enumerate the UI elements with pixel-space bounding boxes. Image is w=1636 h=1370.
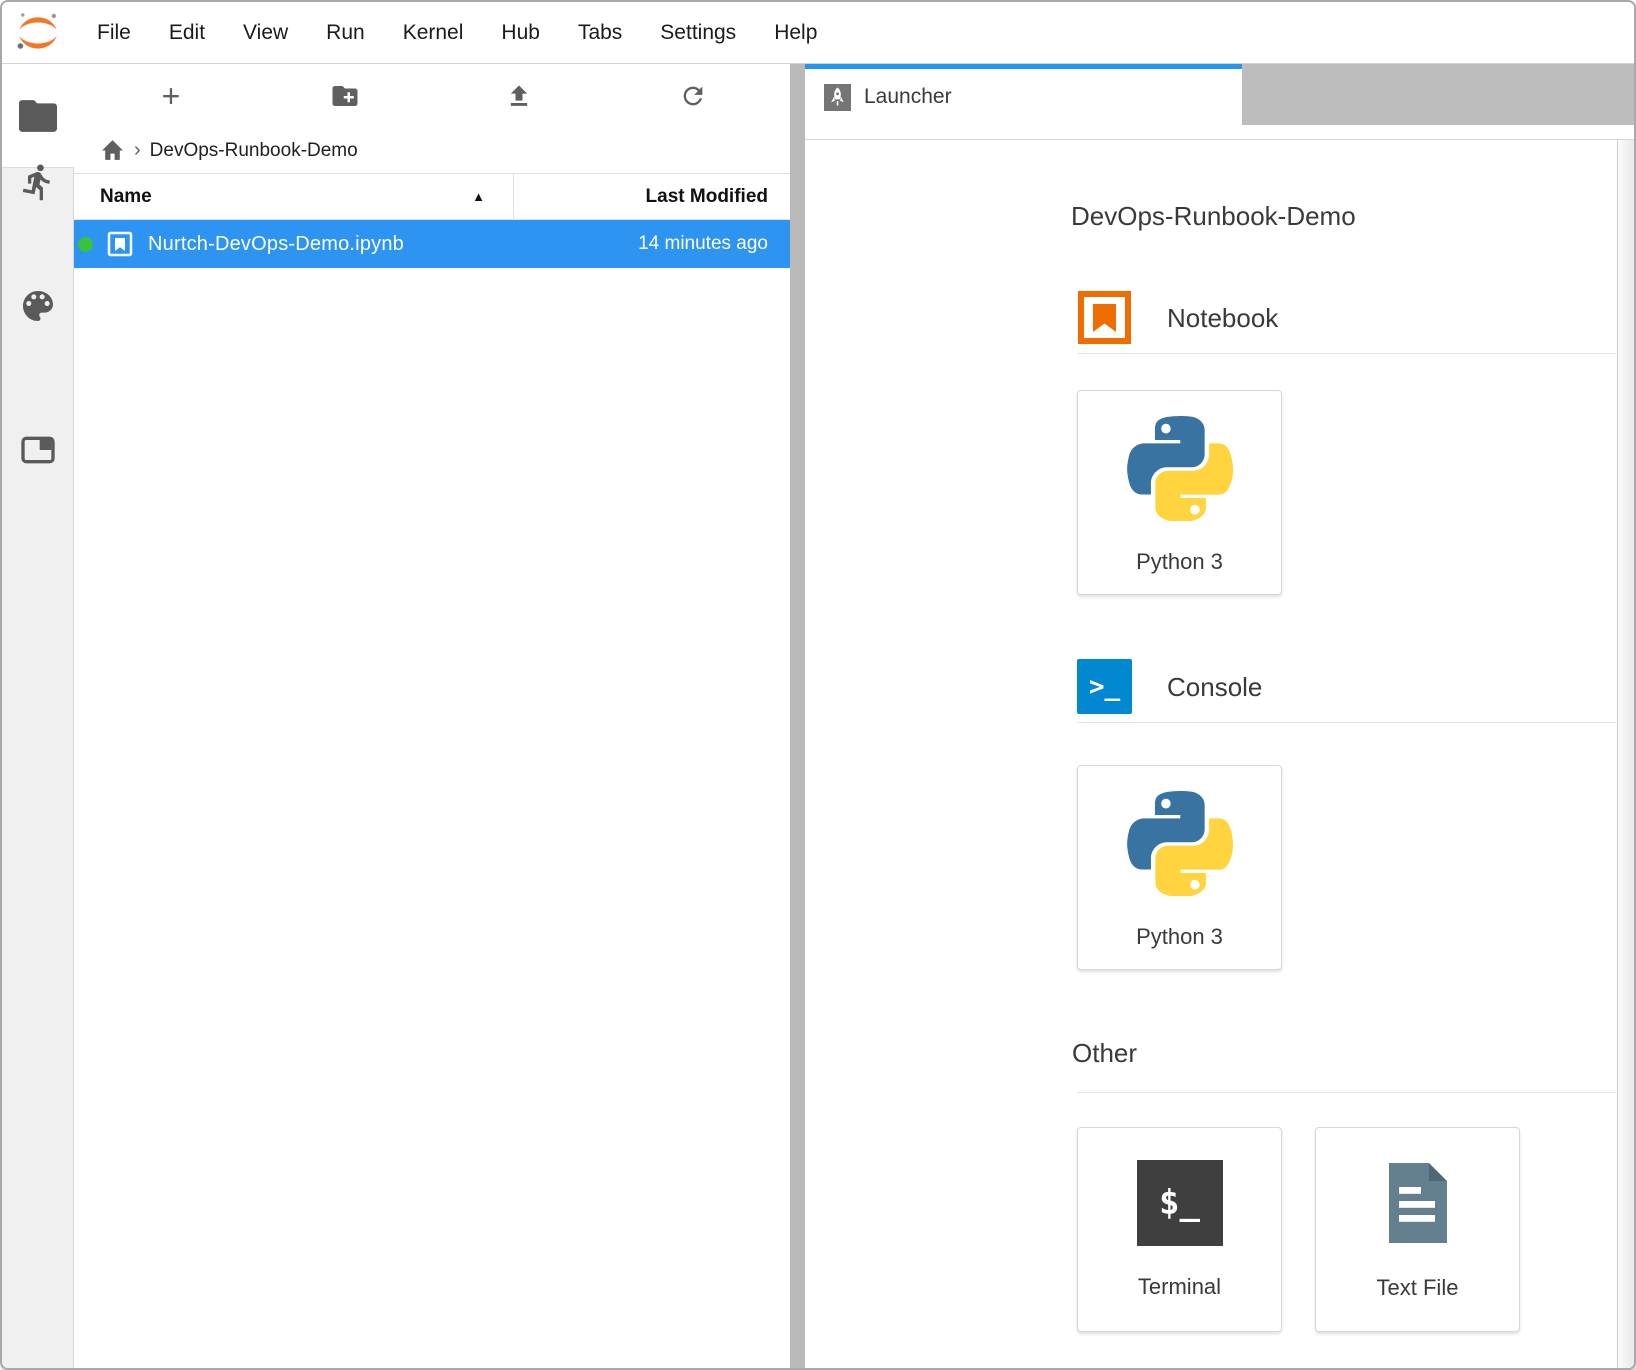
- upload-icon: [505, 82, 533, 110]
- tabs-icon: [18, 430, 58, 470]
- card-label: Python 3: [1136, 924, 1223, 950]
- tab-launcher-label: Launcher: [864, 85, 952, 109]
- kernel-running-indicator: [78, 237, 93, 252]
- menu-hub[interactable]: Hub: [501, 21, 540, 45]
- plus-icon: +: [162, 80, 181, 112]
- name-header-label: Name: [100, 186, 152, 208]
- new-folder-icon: [330, 81, 360, 111]
- palette-icon: [18, 286, 58, 326]
- menu-settings[interactable]: Settings: [660, 21, 736, 45]
- launcher-card-console-python3[interactable]: Python 3: [1077, 765, 1282, 970]
- dock-tab-underline: [805, 125, 1634, 140]
- home-icon[interactable]: [100, 139, 125, 162]
- modified-header-label: Last Modified: [646, 186, 768, 208]
- new-launcher-button[interactable]: +: [148, 73, 194, 119]
- other-section-label: Other: [1072, 1036, 1137, 1070]
- file-row-selected[interactable]: Nurtch-DevOps-Demo.ipynb 14 minutes ago: [74, 220, 790, 268]
- launcher-title: DevOps-Runbook-Demo: [1071, 198, 1634, 234]
- card-label: Python 3: [1136, 549, 1223, 575]
- refresh-button[interactable]: [670, 73, 716, 119]
- main-dock-panel: Launcher DevOps-Runbook-Demo Notebook: [805, 64, 1634, 1368]
- breadcrumb-current-folder[interactable]: DevOps-Runbook-Demo: [150, 140, 358, 162]
- launcher-card-text-file[interactable]: Text File: [1315, 1127, 1520, 1332]
- menu-items: File Edit View Run Kernel Hub Tabs Setti…: [97, 21, 817, 45]
- launcher-section-other: Other $_ Terminal: [1077, 1036, 1616, 1332]
- file-browser-toolbar: +: [74, 64, 790, 128]
- panel-splitter-handle[interactable]: [790, 64, 805, 1368]
- launcher-section-console: >_ Console Python 3: [1077, 659, 1616, 970]
- activity-sidebar-body: [2, 167, 74, 1368]
- refresh-icon: [679, 82, 707, 110]
- sidebar-tab-open-tabs[interactable]: [18, 430, 58, 475]
- sidebar-tab-command-palette[interactable]: [18, 286, 58, 331]
- name-column-header[interactable]: Name ▲: [74, 174, 514, 219]
- jupyter-logo-icon: [15, 10, 61, 56]
- dock-tab-bar: Launcher: [805, 64, 1634, 125]
- notebook-section-label: Notebook: [1167, 301, 1278, 335]
- section-divider: [1077, 1092, 1616, 1093]
- file-list-header: Name ▲ Last Modified: [74, 173, 790, 220]
- menu-file[interactable]: File: [97, 21, 131, 45]
- sidebar-tab-running-sessions[interactable]: [18, 162, 58, 207]
- notebook-file-icon: [106, 230, 134, 258]
- launcher-panel: DevOps-Runbook-Demo Notebook: [805, 140, 1634, 1368]
- section-divider: [1077, 722, 1616, 723]
- jupyterlab-window: File Edit View Run Kernel Hub Tabs Setti…: [0, 0, 1636, 1370]
- launcher-section-notebook: Notebook Python 3: [1077, 290, 1616, 595]
- launcher-card-notebook-python3[interactable]: Python 3: [1077, 390, 1282, 595]
- tab-launcher[interactable]: Launcher: [805, 64, 1242, 125]
- running-icon: [18, 162, 58, 202]
- console-section-header: >_ Console: [1077, 659, 1616, 714]
- sidebar-tab-file-browser[interactable]: [2, 64, 74, 167]
- notebook-section-header: Notebook: [1077, 290, 1616, 345]
- modified-column-header[interactable]: Last Modified: [514, 174, 790, 219]
- file-modified-time: 14 minutes ago: [638, 233, 790, 255]
- text-file-icon: [1377, 1159, 1459, 1247]
- menu-tabs[interactable]: Tabs: [578, 21, 622, 45]
- file-name: Nurtch-DevOps-Demo.ipynb: [148, 233, 404, 256]
- launcher-card-terminal[interactable]: $_ Terminal: [1077, 1127, 1282, 1332]
- upload-button[interactable]: [496, 73, 542, 119]
- scrollbar-track[interactable]: [1617, 140, 1634, 1368]
- terminal-icon: $_: [1137, 1160, 1223, 1246]
- other-section-header: Other: [1072, 1036, 1616, 1070]
- card-label: Terminal: [1138, 1274, 1221, 1300]
- python-logo: [1126, 788, 1234, 896]
- menu-run[interactable]: Run: [326, 21, 365, 45]
- activity-sidebar: [2, 64, 74, 1368]
- new-folder-button[interactable]: [322, 73, 368, 119]
- python-logo: [1126, 413, 1234, 521]
- breadcrumb: › DevOps-Runbook-Demo: [74, 128, 790, 173]
- console-section-label: Console: [1167, 670, 1262, 704]
- menu-bar: File Edit View Run Kernel Hub Tabs Setti…: [2, 2, 1634, 64]
- console-icon: >_: [1077, 659, 1132, 714]
- sort-ascending-icon: ▲: [472, 189, 485, 204]
- menu-view[interactable]: View: [243, 21, 288, 45]
- breadcrumb-separator: ›: [134, 139, 141, 162]
- card-label: Text File: [1377, 1275, 1459, 1301]
- section-divider: [1077, 353, 1616, 354]
- menu-edit[interactable]: Edit: [169, 21, 205, 45]
- rocket-icon: [824, 84, 851, 111]
- notebook-icon: [1077, 290, 1132, 345]
- menu-kernel[interactable]: Kernel: [403, 21, 464, 45]
- menu-help[interactable]: Help: [774, 21, 817, 45]
- folder-icon: [19, 100, 57, 132]
- file-browser-panel: +: [74, 64, 790, 1368]
